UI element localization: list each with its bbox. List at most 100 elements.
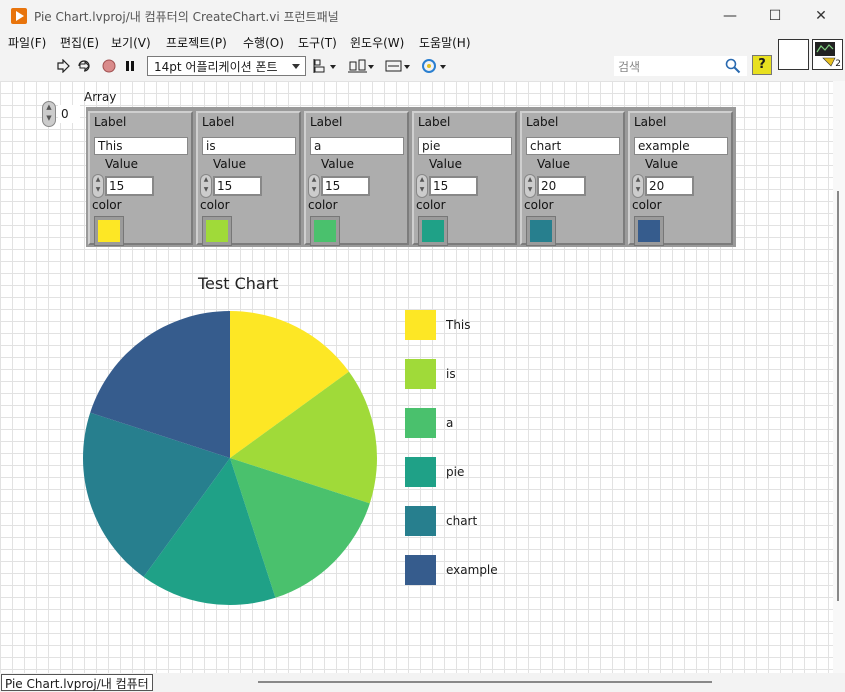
value-spinner[interactable]: ▲ ▼ [632,174,644,198]
array-element: Label This Value ▲ ▼ 15 color [88,111,193,246]
value-caption: Value [321,157,354,171]
value-field[interactable]: 15 [429,176,478,196]
color-caption: color [92,198,122,212]
align-objects-icon[interactable] [312,57,338,75]
color-caption: color [524,198,554,212]
array-label: Array [84,90,117,104]
maximize-button[interactable]: ☐ [752,0,798,32]
array-element: Label pie Value ▲ ▼ 15 color [412,111,517,246]
index-value[interactable]: 0 [58,105,80,123]
array-element: Label chart Value ▲ ▼ 20 color [520,111,625,246]
color-caption: color [308,198,338,212]
pause-icon[interactable] [123,57,137,75]
menu-help[interactable]: 도움말(H) [419,32,471,51]
value-spinner[interactable]: ▲ ▼ [524,174,536,198]
front-panel: Array ▲ ▼ 0 Label This Value ▲ ▼ 15 color … [0,81,833,677]
menu-bar: 파일(F) 편집(E) 보기(V) 프로젝트(P) 수행(O) 도구(T) 윈도… [0,32,776,52]
minimize-button[interactable]: — [707,0,753,32]
title-bar: Pie Chart.lvproj/내 컴퓨터의 CreateChart.vi 프… [0,0,845,32]
value-field[interactable]: 20 [537,176,586,196]
menu-view[interactable]: 보기(V) [111,32,151,51]
menu-window[interactable]: 윈도우(W) [350,32,404,51]
color-swatch [98,220,120,242]
labview-app-icon [11,8,27,24]
label-field[interactable]: a [310,137,404,155]
close-button[interactable]: ✕ [798,0,844,32]
label-field[interactable]: This [94,137,188,155]
value-field[interactable]: 20 [645,176,694,196]
label-field[interactable]: pie [418,137,512,155]
label-caption: Label [526,115,559,129]
value-spinner[interactable]: ▲ ▼ [200,174,212,198]
color-caption: color [632,198,662,212]
menu-file[interactable]: 파일(F) [8,32,46,51]
legend-label: This [446,318,471,332]
menu-edit[interactable]: 편집(E) [60,32,99,51]
legend-swatch [405,310,436,340]
toolbar: 14pt 어플리케이션 폰트 검색 [0,52,776,80]
value-field[interactable]: 15 [105,176,154,196]
value-spinner[interactable]: ▲ ▼ [416,174,428,198]
color-swatch [422,220,444,242]
run-continuously-icon[interactable] [76,57,92,75]
vertical-scroll-thumb[interactable] [837,191,839,601]
context-help-button[interactable]: ? [752,55,772,75]
chart-title: Test Chart [198,274,279,293]
vi-icon[interactable]: 2 [812,39,843,70]
legend-swatch [405,555,436,585]
pie-chart [82,311,378,606]
label-caption: Label [202,115,235,129]
color-swatch [530,220,552,242]
menu-tools[interactable]: 도구(T) [298,32,337,51]
search-icon[interactable] [724,57,742,75]
legend-label: is [446,367,456,381]
legend-swatch [405,457,436,487]
search-placeholder: 검색 [618,60,641,74]
label-caption: Label [418,115,451,129]
connector-pane[interactable] [778,39,809,70]
legend-label: example [446,563,498,577]
menu-operate[interactable]: 수행(O) [243,32,284,51]
value-field[interactable]: 15 [213,176,262,196]
color-box[interactable] [202,216,232,246]
run-arrow-icon[interactable] [55,57,71,75]
value-caption: Value [429,157,462,171]
array-elements: Label This Value ▲ ▼ 15 color Label is Va… [86,107,736,247]
font-select-value: 14pt 어플리케이션 폰트 [154,60,278,74]
value-caption: Value [645,157,678,171]
label-field[interactable]: example [634,137,728,155]
legend-label: pie [446,465,465,479]
value-spinner[interactable]: ▲ ▼ [92,174,104,198]
label-caption: Label [94,115,127,129]
vertical-scrollbar[interactable] [833,81,845,677]
distribute-objects-icon[interactable] [347,57,375,75]
vi-icon-badge: 2 [835,59,841,69]
color-caption: color [416,198,446,212]
horizontal-scroll-thumb[interactable] [258,681,712,683]
value-caption: Value [213,157,246,171]
label-field[interactable]: chart [526,137,620,155]
color-swatch [206,220,228,242]
array-element: Label example Value ▲ ▼ 20 color [628,111,733,246]
color-box[interactable] [310,216,340,246]
label-field[interactable]: is [202,137,296,155]
label-caption: Label [634,115,667,129]
label-caption: Label [310,115,343,129]
color-box[interactable] [634,216,664,246]
array-index[interactable]: ▲ ▼ 0 [42,101,82,127]
window-title: Pie Chart.lvproj/내 컴퓨터의 CreateChart.vi 프… [34,10,339,24]
color-box[interactable] [94,216,124,246]
value-field[interactable]: 15 [321,176,370,196]
menu-project[interactable]: 프로젝트(P) [166,32,227,51]
index-spinner[interactable]: ▲ ▼ [42,101,56,127]
color-caption: color [200,198,230,212]
abort-icon[interactable] [101,57,117,75]
resize-objects-icon[interactable] [383,57,411,75]
color-box[interactable] [418,216,448,246]
reorder-icon[interactable] [419,57,447,75]
chevron-down-icon [292,64,300,69]
font-select[interactable]: 14pt 어플리케이션 폰트 [147,56,306,76]
value-spinner[interactable]: ▲ ▼ [308,174,320,198]
color-box[interactable] [526,216,556,246]
legend-label: a [446,416,454,430]
